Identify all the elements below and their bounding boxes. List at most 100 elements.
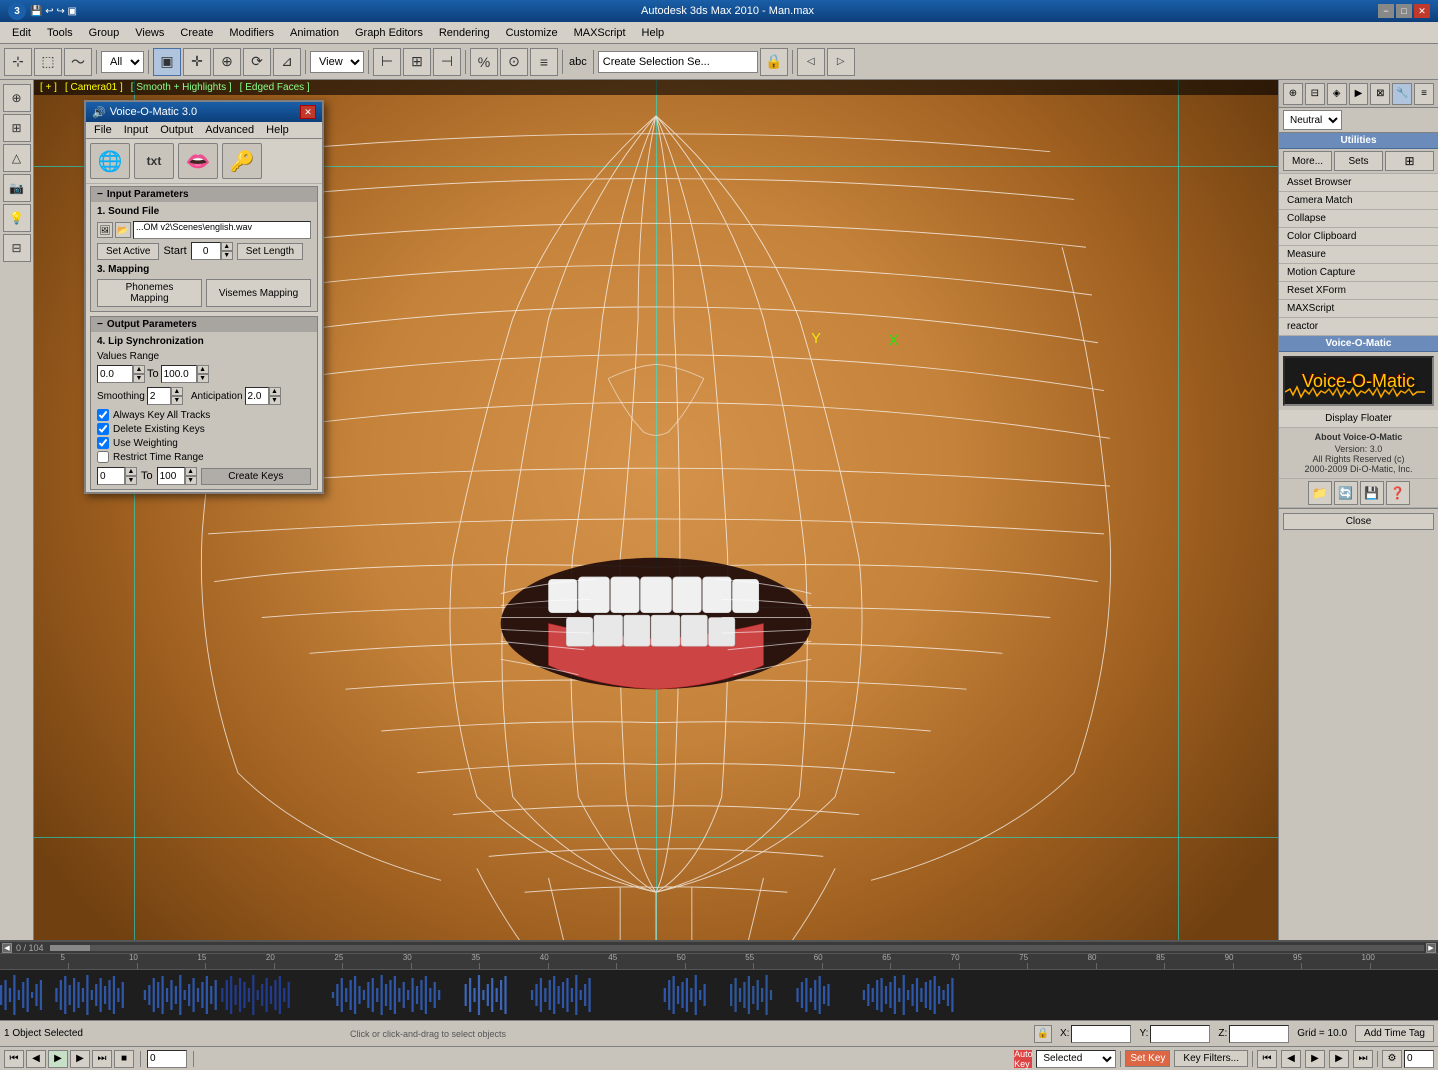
array-btn[interactable]: ⊞: [403, 48, 431, 76]
vom-restrict-from-input[interactable]: [97, 467, 125, 485]
util-color-clipboard-btn[interactable]: Color Clipboard: [1279, 228, 1438, 246]
vom-set-length-btn[interactable]: Set Length: [237, 243, 303, 260]
vom-smooth-up[interactable]: ▲: [171, 387, 183, 396]
vom-save-icon-btn[interactable]: 💾: [1360, 481, 1384, 505]
vom-collapse-icon[interactable]: −: [97, 189, 103, 200]
vom-to-down[interactable]: ▼: [197, 374, 209, 383]
percent-btn[interactable]: %: [470, 48, 498, 76]
rp-create-btn[interactable]: ⊕: [1283, 83, 1303, 105]
tl-scroll-right-btn[interactable]: ▶: [1426, 943, 1436, 953]
bc-play-btn[interactable]: ▶: [48, 1050, 68, 1068]
vom-menu-output[interactable]: Output: [154, 123, 199, 137]
utilities-more-btn[interactable]: More...: [1283, 151, 1332, 171]
menu-views[interactable]: Views: [127, 25, 172, 41]
bc-time-config-btn[interactable]: ⚙: [1382, 1050, 1402, 1068]
select-btn[interactable]: ▣: [153, 48, 181, 76]
tl-scroll-track[interactable]: [50, 945, 1424, 951]
sidebar-cam-btn[interactable]: 📷: [3, 174, 31, 202]
redo-btn[interactable]: ▷: [827, 48, 855, 76]
vom-restrict-to-input[interactable]: [157, 467, 185, 485]
vom-folder-icon-btn[interactable]: 📁: [1308, 481, 1332, 505]
util-measure-btn[interactable]: Measure: [1279, 246, 1438, 264]
sidebar-snap-btn[interactable]: ⊕: [3, 84, 31, 112]
menu-customize[interactable]: Customize: [498, 25, 566, 41]
vom-from-down[interactable]: ▼: [133, 374, 145, 383]
neutral-dropdown[interactable]: Neutral: [1283, 110, 1342, 130]
vom-create-keys-btn[interactable]: Create Keys: [201, 468, 311, 485]
vom-phonemes-btn[interactable]: Phonemes Mapping: [97, 279, 202, 307]
vom-restrict-to-down[interactable]: ▼: [185, 476, 197, 485]
lasso-btn[interactable]: 〜: [64, 48, 92, 76]
status-lock-btn[interactable]: 🔒: [1034, 1025, 1052, 1043]
vom-folder-icon[interactable]: 🖼: [97, 222, 113, 238]
scale-btn[interactable]: ⊿: [273, 48, 301, 76]
vom-anticip-down[interactable]: ▼: [269, 396, 281, 405]
auto-key-btn[interactable]: Auto Key: [1014, 1050, 1032, 1068]
bc-frame-input[interactable]: [147, 1050, 187, 1068]
menu-create[interactable]: Create: [172, 25, 221, 41]
vom-restrict-from-up[interactable]: ▲: [125, 467, 137, 476]
vom-smoothing-input[interactable]: [147, 387, 171, 405]
bc-go-start-btn[interactable]: ⏮: [1257, 1050, 1277, 1068]
set-key-btn[interactable]: Set Key: [1125, 1050, 1170, 1067]
util-reactor-btn[interactable]: reactor: [1279, 318, 1438, 336]
key-filters-btn[interactable]: Key Filters...: [1174, 1050, 1248, 1067]
vom-menu-file[interactable]: File: [88, 123, 118, 137]
util-motion-capture-btn[interactable]: Motion Capture: [1279, 264, 1438, 282]
status-z-input[interactable]: [1229, 1025, 1289, 1043]
vom-key-btn[interactable]: 🔑: [222, 143, 262, 179]
selection-lock-btn[interactable]: 🔒: [760, 48, 788, 76]
vom-help-icon-btn[interactable]: ❓: [1386, 481, 1410, 505]
bc-next-key-btn[interactable]: ⏭: [92, 1050, 112, 1068]
bc-prev-btn[interactable]: ◀: [1281, 1050, 1301, 1068]
bc-prev-key-btn[interactable]: ⏮: [4, 1050, 24, 1068]
vom-start-down-btn[interactable]: ▼: [221, 251, 233, 260]
create-selection-input[interactable]: [598, 51, 758, 73]
vom-refresh-icon-btn[interactable]: 🔄: [1334, 481, 1358, 505]
maximize-button[interactable]: □: [1396, 4, 1412, 18]
sidebar-ortho-btn[interactable]: ⊞: [3, 114, 31, 142]
add-time-tag-btn[interactable]: Add Time Tag: [1355, 1025, 1434, 1042]
menu-tools[interactable]: Tools: [39, 25, 81, 41]
vom-use-weighting-checkbox[interactable]: [97, 437, 109, 449]
vom-close-button[interactable]: ✕: [300, 105, 316, 119]
mirror-btn[interactable]: ⊢: [373, 48, 401, 76]
tl-scroll-left-btn[interactable]: ◀: [2, 943, 12, 953]
menu-graph-editors[interactable]: Graph Editors: [347, 25, 431, 41]
vom-browse-icon[interactable]: 📂: [115, 222, 131, 238]
select-move-btn[interactable]: ✛: [183, 48, 211, 76]
util-camera-match-btn[interactable]: Camera Match: [1279, 192, 1438, 210]
utilities-extra-btn[interactable]: ⊞: [1385, 151, 1434, 171]
vom-output-collapse-icon[interactable]: −: [97, 319, 103, 330]
util-maxscript-btn[interactable]: MAXScript: [1279, 300, 1438, 318]
bc-go-end-btn[interactable]: ⏭: [1353, 1050, 1373, 1068]
vom-restrict-from-down[interactable]: ▼: [125, 476, 137, 485]
select-tool-btn[interactable]: ⊹: [4, 48, 32, 76]
vom-from-input[interactable]: [97, 365, 133, 383]
rp-modify-btn[interactable]: ⊟: [1305, 83, 1325, 105]
menu-animation[interactable]: Animation: [282, 25, 347, 41]
vom-anticip-up[interactable]: ▲: [269, 387, 281, 396]
rp-hierarchy-btn[interactable]: ◈: [1327, 83, 1347, 105]
menu-edit[interactable]: Edit: [4, 25, 39, 41]
select-region-btn[interactable]: ⬚: [34, 48, 62, 76]
vom-start-up-btn[interactable]: ▲: [221, 242, 233, 251]
vom-text-btn[interactable]: txt: [134, 143, 174, 179]
bc-next-frame-btn[interactable]: ▶: [70, 1050, 90, 1068]
rotate-btn[interactable]: ⟳: [243, 48, 271, 76]
utilities-sets-btn[interactable]: Sets: [1334, 151, 1383, 171]
menu-modifiers[interactable]: Modifiers: [221, 25, 282, 41]
vom-panel-close-btn[interactable]: Close: [1283, 513, 1434, 530]
util-asset-browser-btn[interactable]: Asset Browser: [1279, 174, 1438, 192]
menu-group[interactable]: Group: [81, 25, 128, 41]
status-y-input[interactable]: [1150, 1025, 1210, 1043]
vom-restrict-time-checkbox[interactable]: [97, 451, 109, 463]
minimize-button[interactable]: −: [1378, 4, 1394, 18]
vom-menu-help[interactable]: Help: [260, 123, 295, 137]
align-btn[interactable]: ⊣: [433, 48, 461, 76]
bc-next-btn[interactable]: ▶: [1329, 1050, 1349, 1068]
vom-start-spinner[interactable]: 0: [191, 242, 221, 260]
vom-set-active-btn[interactable]: Set Active: [97, 243, 159, 260]
vom-menu-input[interactable]: Input: [118, 123, 154, 137]
vom-globe-btn[interactable]: 🌐: [90, 143, 130, 179]
